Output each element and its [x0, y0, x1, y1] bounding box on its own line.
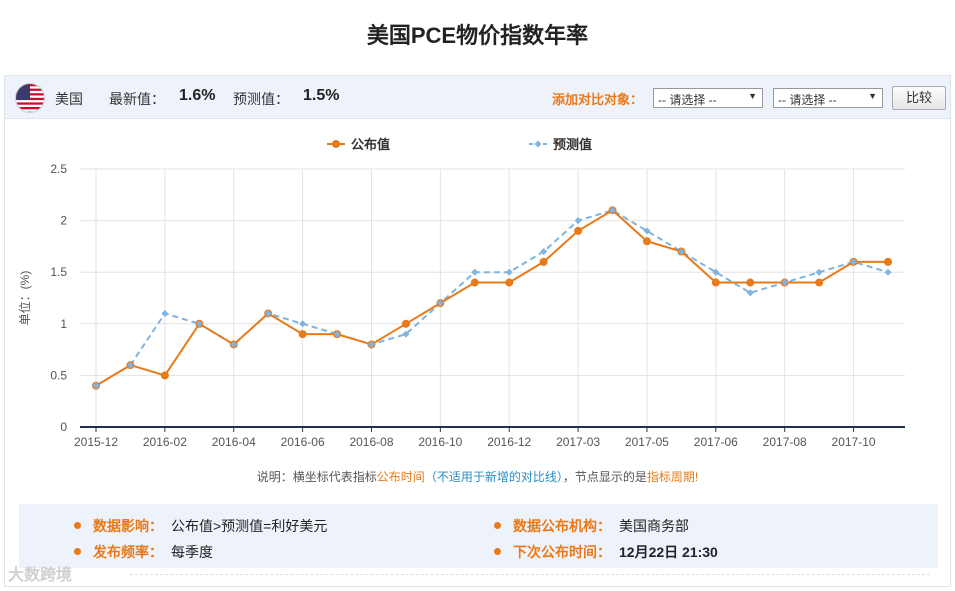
info-impact: 数据影响： 公布值>预测值=利好美元 [74, 516, 327, 536]
info-next-release-label: 下次公布时间： [513, 544, 611, 560]
note-text-2: 公布时间 [376, 470, 425, 484]
data-point-actual [711, 278, 720, 287]
chart-note: 说明：横坐标代表指标公布时间（不适用于新增的对比线），节点显示的是指标周期! [5, 468, 950, 485]
data-point-actual [160, 371, 169, 380]
legend-marker-forecast [534, 140, 542, 148]
y-axis-title: 单位：(%) [17, 271, 32, 326]
indicator-panel: 美国 最新值： 1.6% 预测值： 1.5% 添加对比对象： -- 请选择 --… [4, 75, 951, 587]
legend-label-actual: 公布值 [351, 137, 390, 152]
y-tick-label: 0 [60, 420, 67, 434]
x-tick-label: 2015-12 [74, 435, 118, 449]
data-point-actual [746, 278, 755, 287]
data-point-actual [815, 278, 824, 287]
divider [130, 574, 930, 575]
info-agency: 数据公布机构： 美国商务部 [494, 516, 689, 536]
x-tick-label: 2016-02 [143, 435, 187, 449]
x-tick-label: 2016-06 [281, 435, 325, 449]
bullet-icon [494, 521, 501, 529]
data-point-forecast [471, 268, 479, 276]
info-agency-value: 美国商务部 [619, 518, 689, 534]
series-line-forecast [95, 209, 889, 387]
x-tick-label: 2017-06 [694, 435, 738, 449]
note-text-4: ，节点显示的是 [562, 470, 647, 484]
data-point-actual [884, 257, 892, 266]
bullet-icon [74, 547, 81, 555]
x-tick-label: 2017-08 [763, 435, 807, 449]
data-point-actual [298, 330, 307, 339]
info-impact-label: 数据影响： [93, 518, 163, 534]
page-title: 美国PCE物价指数年率 [366, 23, 589, 48]
data-point-forecast [815, 268, 823, 276]
bullet-icon [494, 547, 501, 555]
data-point-actual [505, 278, 514, 287]
x-tick-label: 2017-10 [832, 435, 876, 449]
y-tick-label: 2 [60, 214, 67, 228]
x-tick-label: 2017-05 [625, 435, 669, 449]
watermark-logo: 大数跨境 [8, 561, 72, 585]
series-line-actual [95, 209, 888, 387]
x-tick-label: 2016-12 [487, 435, 531, 449]
data-point-forecast [505, 268, 513, 276]
info-next-release: 下次公布时间： 12月22日 21:30 [494, 542, 718, 562]
info-frequency-value: 每季度 [171, 544, 213, 560]
note-text-1: 说明：横坐标代表指标 [256, 470, 377, 484]
x-tick-label: 2016-04 [212, 435, 256, 449]
y-tick-label: 2.5 [50, 162, 67, 176]
x-tick-label: 2017-03 [556, 435, 600, 449]
data-point-forecast [299, 320, 307, 328]
data-point-actual [470, 278, 479, 287]
watermark-text: 大数跨境 [8, 567, 73, 584]
data-point-actual [642, 237, 651, 246]
y-tick-label: 1 [60, 317, 67, 331]
legend-label-forecast: 预测值 [553, 137, 592, 152]
data-point-forecast [161, 309, 169, 317]
info-next-release-value: 12月22日 21:30 [619, 544, 718, 560]
y-tick-label: 1.5 [50, 265, 67, 279]
data-point-actual [539, 257, 548, 266]
y-tick-label: 0.5 [50, 368, 67, 382]
data-point-actual [574, 226, 583, 235]
note-text-6: ! [694, 470, 699, 484]
x-tick-label: 2016-10 [418, 435, 462, 449]
legend-marker-actual [332, 140, 340, 148]
note-text-3: （不适用于新增的对比线） [424, 470, 563, 484]
data-point-forecast [574, 217, 582, 225]
info-impact-value: 公布值>预测值=利好美元 [171, 518, 328, 534]
info-frequency-label: 发布频率： [93, 544, 163, 560]
info-agency-label: 数据公布机构： [513, 518, 611, 534]
data-point-actual [401, 319, 410, 328]
pce-line-chart: 0 0.5 1 1.5 2 2.5 2015-12 2016-02 2016-04 2016-06… [17, 137, 905, 449]
x-tick-label: 2016-08 [349, 435, 393, 449]
note-text-5: 指标周期 [646, 470, 695, 484]
data-point-forecast [884, 268, 892, 276]
bullet-icon [74, 521, 81, 529]
indicator-info: 数据影响： 公布值>预测值=利好美元 数据公布机构： 美国商务部 发布频率： 每季度 … [19, 504, 938, 568]
info-frequency: 发布频率： 每季度 [74, 542, 213, 562]
